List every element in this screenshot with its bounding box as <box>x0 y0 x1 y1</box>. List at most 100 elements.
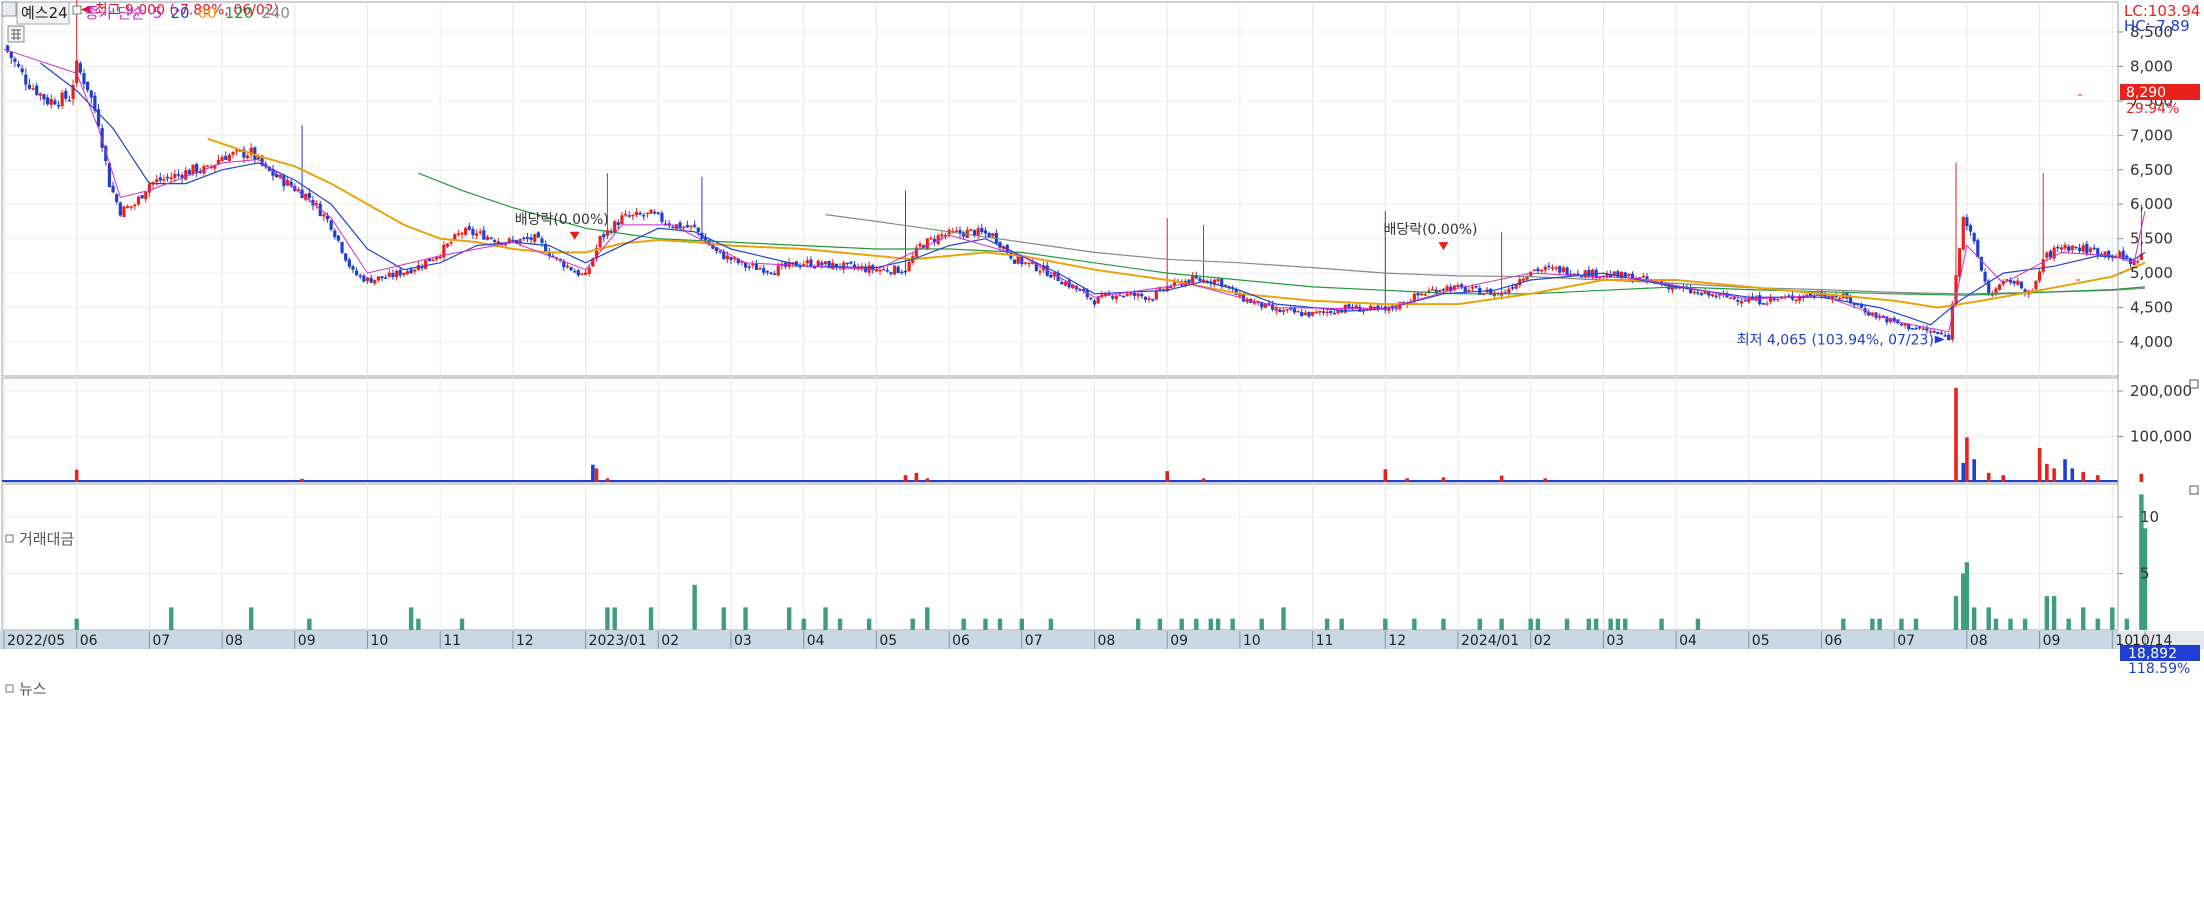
news-bar[interactable] <box>1899 618 1904 630</box>
candle-body[interactable] <box>656 212 660 214</box>
candle-body[interactable] <box>758 268 762 270</box>
volume-bar[interactable] <box>1961 462 1966 482</box>
candle-body[interactable] <box>831 262 835 270</box>
candle-body[interactable] <box>144 192 148 200</box>
news-bar[interactable] <box>1477 618 1483 630</box>
candle-body[interactable] <box>86 81 90 91</box>
candle-body[interactable] <box>2048 251 2053 258</box>
candle-body[interactable] <box>409 269 413 274</box>
news-bar[interactable] <box>1019 618 1024 630</box>
candle-body[interactable] <box>587 267 591 274</box>
news-bar[interactable] <box>1324 618 1330 630</box>
candle-body[interactable] <box>1303 312 1307 316</box>
candle-body[interactable] <box>187 170 191 175</box>
candle-body[interactable] <box>849 261 853 264</box>
candle-body[interactable] <box>754 263 759 270</box>
candle-body[interactable] <box>1027 262 1031 265</box>
candle-body[interactable] <box>387 272 391 277</box>
news-bar[interactable] <box>786 607 792 630</box>
candle-body[interactable] <box>1023 262 1028 264</box>
candle-body[interactable] <box>2074 246 2078 249</box>
candle-body[interactable] <box>67 100 72 102</box>
candle-body[interactable] <box>540 238 544 243</box>
news-bar[interactable] <box>1528 618 1533 630</box>
news-bar[interactable] <box>1841 618 1846 630</box>
news-bar[interactable] <box>648 607 654 630</box>
candle-body[interactable] <box>394 270 399 278</box>
candle-body[interactable] <box>1460 284 1464 287</box>
candle-body[interactable] <box>1776 298 1780 301</box>
candle-body[interactable] <box>245 155 250 159</box>
candle-body[interactable] <box>340 242 344 253</box>
news-bar[interactable] <box>1157 618 1163 630</box>
candle-body[interactable] <box>1347 304 1351 308</box>
candle-body[interactable] <box>2081 245 2085 252</box>
candle-body[interactable] <box>1547 265 1551 268</box>
candle-body[interactable] <box>1016 256 1020 264</box>
candle-body[interactable] <box>1118 294 1122 297</box>
legend-item[interactable]: 20 <box>171 4 190 22</box>
candle-body[interactable] <box>1561 267 1566 272</box>
volume-bar[interactable] <box>1954 387 1958 482</box>
candle-body[interactable] <box>1565 267 1569 275</box>
candle-body[interactable] <box>155 179 159 183</box>
volume-bar[interactable] <box>1499 475 1504 482</box>
candle-body[interactable] <box>173 173 177 178</box>
candle-body[interactable] <box>634 212 639 216</box>
candle-body[interactable] <box>380 276 384 279</box>
news-bar[interactable] <box>1339 618 1344 630</box>
candle-body[interactable] <box>1976 240 1980 258</box>
candle-body[interactable] <box>892 265 897 275</box>
volume-bar[interactable] <box>74 469 79 482</box>
candle-body[interactable] <box>507 238 511 243</box>
candle-body[interactable] <box>445 243 450 247</box>
candle-body[interactable] <box>1758 295 1762 305</box>
news-bar[interactable] <box>1048 618 1054 630</box>
candle-body[interactable] <box>638 213 642 215</box>
candle-body[interactable] <box>474 233 479 236</box>
candle-body[interactable] <box>1739 301 1744 304</box>
candle-body[interactable] <box>125 206 130 209</box>
candle-body[interactable] <box>976 228 980 236</box>
volume-bar[interactable] <box>2139 473 2144 482</box>
news-bar[interactable] <box>2066 618 2071 630</box>
news-bar[interactable] <box>2051 596 2057 630</box>
news-bar[interactable] <box>1135 618 1141 630</box>
candle-body[interactable] <box>162 178 166 181</box>
news-bar[interactable] <box>1993 618 1999 630</box>
candle-body[interactable] <box>878 269 882 272</box>
candle-body[interactable] <box>431 259 435 262</box>
candle-body[interactable] <box>38 93 42 96</box>
candle-body[interactable] <box>616 222 620 226</box>
news-bar[interactable] <box>1986 607 1991 630</box>
news-bar[interactable] <box>1215 618 1221 630</box>
candle-body[interactable] <box>205 165 210 167</box>
volume-panel-icon[interactable] <box>5 534 14 543</box>
candle-body[interactable] <box>2085 243 2089 254</box>
legend-item[interactable]: 240 <box>261 4 290 22</box>
candle-body[interactable] <box>176 174 181 176</box>
candle-body[interactable] <box>1510 287 1515 289</box>
news-panel-icon[interactable] <box>5 684 14 693</box>
candle-body[interactable] <box>511 239 515 242</box>
candle-body[interactable] <box>78 63 82 73</box>
candle-body[interactable] <box>623 214 628 216</box>
news-bar[interactable] <box>1877 618 1882 630</box>
candle-body[interactable] <box>2067 246 2071 251</box>
candle-body[interactable] <box>56 104 61 107</box>
candle-body[interactable] <box>969 228 973 231</box>
candle-body[interactable] <box>1747 297 1751 302</box>
candle-body[interactable] <box>35 85 39 95</box>
volume-bar[interactable] <box>1201 478 1206 482</box>
candle-body[interactable] <box>1281 310 1286 312</box>
candle-body[interactable] <box>900 271 904 274</box>
candle-body[interactable] <box>747 266 751 268</box>
candle-body[interactable] <box>1696 292 1700 294</box>
candle-body[interactable] <box>845 262 849 265</box>
volume-bar[interactable] <box>1405 478 1409 482</box>
candle-body[interactable] <box>1012 259 1017 264</box>
news-bar[interactable] <box>1499 618 1504 630</box>
news-bar[interactable] <box>1593 618 1599 630</box>
candle-body[interactable] <box>2012 281 2016 284</box>
candle-body[interactable] <box>354 270 359 276</box>
